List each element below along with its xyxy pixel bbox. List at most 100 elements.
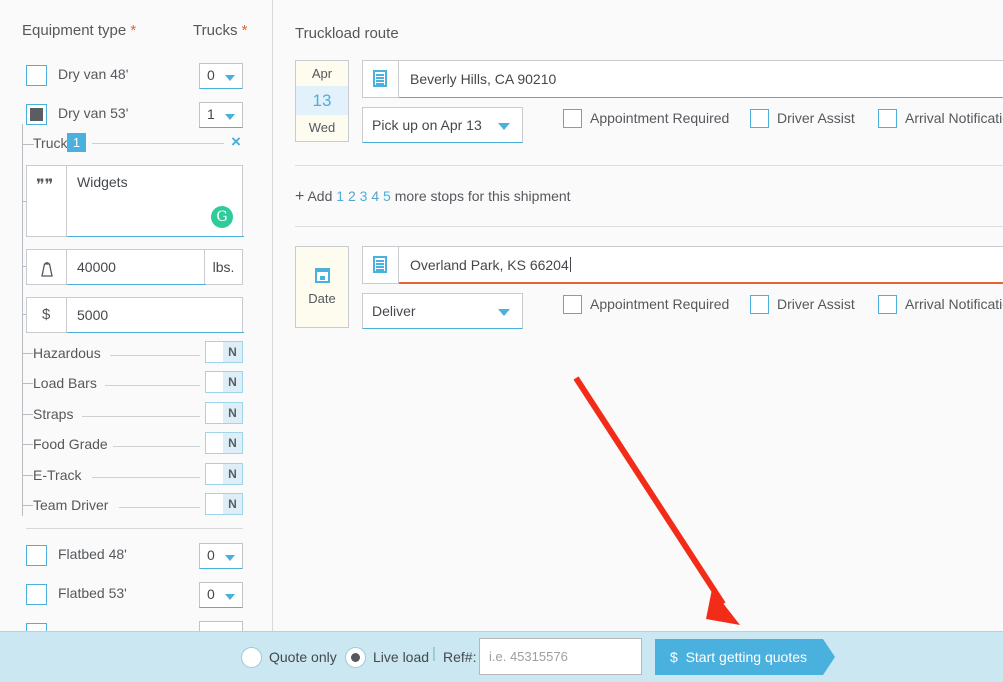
price-field[interactable]: $ 5000 — [26, 297, 244, 333]
chevron-down-icon — [498, 123, 510, 130]
commodity-field[interactable]: ❞❞ Widgets G — [26, 165, 244, 237]
radio-button[interactable] — [241, 647, 262, 668]
equipment-row-flatbed-48[interactable]: Flatbed 48' 0 — [0, 543, 272, 575]
checkbox-box[interactable] — [563, 109, 582, 128]
option-row-food-grade[interactable]: Food Grade N — [0, 432, 272, 458]
add-stops-number-3[interactable]: 3 — [360, 188, 368, 204]
commodity-icon-box: ❞❞ — [27, 166, 67, 236]
qty-value: 0 — [207, 67, 215, 83]
action-select-delivery[interactable]: Deliver — [362, 293, 523, 329]
date-weekday: Wed — [308, 120, 336, 135]
checkbox-dry-van-48[interactable] — [26, 65, 47, 86]
field-underline-focused — [399, 282, 1003, 284]
option-row-e-track[interactable]: E-Track N — [0, 463, 272, 489]
equipment-label: Flatbed 53' — [58, 585, 127, 601]
divider — [92, 143, 224, 144]
checkbox-flatbed-53[interactable] — [26, 584, 47, 605]
option-row-load-bars[interactable]: Load Bars N — [0, 371, 272, 397]
document-icon — [373, 256, 387, 273]
chevron-down-icon — [225, 75, 235, 81]
checkbox-box[interactable] — [750, 109, 769, 128]
checkbox-box[interactable] — [878, 109, 897, 128]
route-panel-title: Truckload route — [295, 25, 399, 42]
add-stops-number-2[interactable]: 2 — [348, 188, 356, 204]
toggle-e-track[interactable]: N — [205, 463, 243, 485]
option-row-straps[interactable]: Straps N — [0, 402, 272, 428]
date-widget-delivery[interactable]: Date — [295, 246, 349, 328]
option-row-hazardous[interactable]: Hazardous N — [0, 341, 272, 367]
address-value: Overland Park, KS 66204 — [410, 257, 571, 273]
divider — [119, 507, 200, 508]
toggle-load-bars[interactable]: N — [205, 371, 243, 393]
weight-unit: lbs. — [204, 250, 242, 284]
document-icon — [373, 70, 387, 87]
option-row-team-driver[interactable]: Team Driver N — [0, 493, 272, 519]
start-getting-quotes-button[interactable]: $ Start getting quotes — [655, 639, 823, 675]
date-widget-pickup[interactable]: Apr 13 Wed — [295, 60, 349, 142]
checkbox-box[interactable] — [878, 295, 897, 314]
address-icon-box — [363, 247, 399, 283]
radio-label: Live load — [373, 649, 430, 665]
weight-field[interactable]: 40000 lbs. — [26, 249, 243, 285]
radio-button[interactable] — [345, 647, 366, 668]
add-stops-number-4[interactable]: 4 — [371, 188, 379, 204]
required-asterisk: * — [241, 22, 248, 39]
divider — [92, 477, 200, 478]
button-arrow-tip — [823, 639, 835, 675]
qty-select-dry-van-48[interactable]: 0 — [199, 63, 243, 89]
chevron-down-icon — [498, 309, 510, 316]
toggle-food-grade[interactable]: N — [205, 432, 243, 454]
date-placeholder: Date — [308, 291, 336, 306]
divider — [82, 416, 200, 417]
trucks-header: Trucks * — [193, 22, 248, 39]
equipment-row-dry-van-48[interactable]: Dry van 48' 0 — [0, 63, 272, 95]
toggle-hazardous[interactable]: N — [205, 341, 243, 363]
date-day: 13 — [296, 86, 348, 115]
qty-select-flatbed-48[interactable]: 0 — [199, 543, 243, 569]
equipment-panel-header: Equipment type * Trucks * — [0, 22, 272, 46]
radio-label: Quote only — [269, 649, 337, 665]
close-icon[interactable]: × — [231, 132, 241, 152]
option-label: E-Track — [33, 467, 86, 483]
checkbox-partial[interactable] — [26, 623, 47, 631]
truck-index-badge: 1 — [67, 133, 86, 152]
chevron-down-icon — [225, 555, 235, 561]
action-value: Deliver — [372, 303, 416, 319]
equipment-row-partial[interactable] — [0, 621, 272, 631]
toggle-state: N — [223, 342, 242, 362]
qty-select-flatbed-53[interactable]: 0 — [199, 582, 243, 608]
action-select-pickup[interactable]: Pick up on Apr 13 — [362, 107, 523, 143]
toggle-team-driver[interactable]: N — [205, 493, 243, 515]
equipment-panel: Equipment type * Trucks * Dry van 48' 0 … — [0, 0, 272, 631]
checkbox-box[interactable] — [563, 295, 582, 314]
address-input-delivery[interactable]: Overland Park, KS 66204 — [362, 246, 1003, 284]
address-input-pickup[interactable]: Beverly Hills, CA 90210 — [362, 60, 1003, 98]
add-stops-number-5[interactable]: 5 — [383, 188, 391, 204]
ref-placeholder: i.e. 45315576 — [489, 649, 568, 664]
option-label: Straps — [33, 406, 78, 422]
field-underline — [67, 236, 244, 237]
dollar-icon: $ — [42, 306, 51, 323]
checkbox-box[interactable] — [750, 295, 769, 314]
ref-input[interactable]: i.e. 45315576 — [479, 638, 642, 675]
plus-icon: + — [295, 188, 305, 205]
checkbox-flatbed-48[interactable] — [26, 545, 47, 566]
checkbox-label: Driver Assist — [777, 296, 855, 312]
google-badge-icon[interactable]: G — [211, 206, 233, 228]
qty-value: 0 — [207, 586, 215, 602]
price-icon-box: $ — [27, 298, 67, 332]
equipment-row-dry-van-53[interactable]: Dry van 53' 1 — [0, 102, 272, 134]
add-stops-number-1[interactable]: 1 — [336, 188, 344, 204]
chevron-down-icon — [225, 594, 235, 600]
add-stops-row[interactable]: + Add 1 2 3 4 5 more stops for this ship… — [295, 188, 571, 208]
toggle-state: N — [223, 403, 242, 423]
qty-select-dry-van-53[interactable]: 1 — [199, 102, 243, 128]
commodity-value: Widgets — [77, 174, 128, 190]
qty-select-partial[interactable] — [199, 621, 243, 631]
qty-value: 1 — [207, 106, 215, 122]
equipment-row-flatbed-53[interactable]: Flatbed 53' 0 — [0, 582, 272, 614]
checkbox-label: Appointment Required — [590, 110, 730, 126]
qty-value: 0 — [207, 547, 215, 563]
toggle-straps[interactable]: N — [205, 402, 243, 424]
checkbox-dry-van-53[interactable] — [26, 104, 47, 125]
